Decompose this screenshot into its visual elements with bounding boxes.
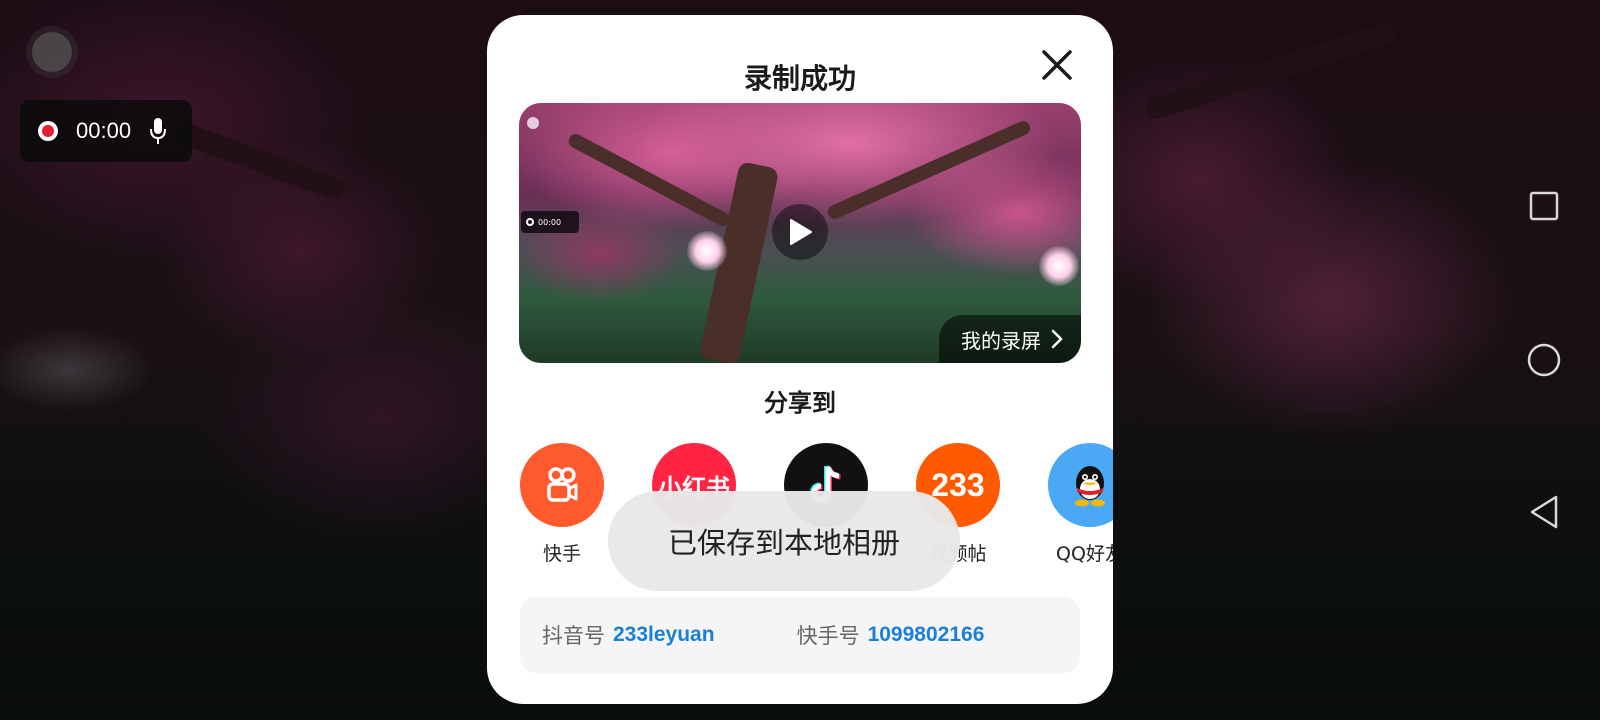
recents-icon[interactable] xyxy=(1526,188,1562,224)
share-label: 快手 xyxy=(542,543,581,565)
record-dot-icon xyxy=(38,121,58,141)
share-qq-friends[interactable]: QQ好友 xyxy=(1048,443,1113,566)
account-info: 抖音号 233leyuan 快手号 1099802166 xyxy=(520,597,1080,673)
mini-recording-indicator: 00:00 xyxy=(521,211,579,233)
chevron-right-icon xyxy=(1051,329,1063,349)
home-icon[interactable] xyxy=(1526,342,1562,378)
my-recordings-link[interactable]: 我的录屏 xyxy=(939,315,1081,363)
saved-toast: 已保存到本地相册 xyxy=(608,491,960,591)
play-icon xyxy=(790,219,812,245)
kuaishou-id[interactable]: 1099802166 xyxy=(868,623,985,647)
recording-success-dialog: 录制成功 00:00 我的录屏 分享到 快手 小红书 233 QQ好 已保存到本… xyxy=(487,15,1113,704)
close-icon[interactable] xyxy=(1037,45,1077,85)
navigation-bar xyxy=(1490,0,1600,720)
share-kuaishou[interactable]: 快手 xyxy=(520,443,604,566)
microphone-icon[interactable] xyxy=(149,117,167,145)
back-icon[interactable] xyxy=(1526,494,1562,530)
my-recordings-label: 我的录屏 xyxy=(961,328,1041,353)
share-label: QQ好友 xyxy=(1056,543,1113,565)
account-label: 抖音号 xyxy=(542,624,605,648)
233-logo-text: 233 xyxy=(931,466,985,503)
recording-indicator[interactable]: 00:00 xyxy=(20,100,192,162)
play-button[interactable] xyxy=(772,204,828,260)
kuaishou-icon xyxy=(520,443,604,527)
mini-recording-time: 00:00 xyxy=(538,217,562,227)
mini-floating-ball xyxy=(527,117,539,129)
account-label: 快手号 xyxy=(796,624,860,648)
douyin-id[interactable]: 233leyuan xyxy=(613,623,715,647)
qq-icon xyxy=(1048,443,1113,527)
recording-time: 00:00 xyxy=(76,118,132,143)
lantern-glow xyxy=(1039,246,1079,286)
douyin-account: 抖音号 233leyuan xyxy=(542,620,715,650)
tree-branch xyxy=(566,131,732,229)
kuaishou-account: 快手号 1099802166 xyxy=(797,620,985,650)
share-title: 分享到 xyxy=(764,389,836,417)
video-thumbnail[interactable]: 00:00 我的录屏 xyxy=(519,103,1081,363)
tree-branch xyxy=(825,118,1033,222)
dialog-title: 录制成功 xyxy=(743,62,856,95)
floating-ball[interactable] xyxy=(32,32,72,72)
lantern-glow xyxy=(687,231,727,271)
mini-record-dot-icon xyxy=(526,218,534,226)
